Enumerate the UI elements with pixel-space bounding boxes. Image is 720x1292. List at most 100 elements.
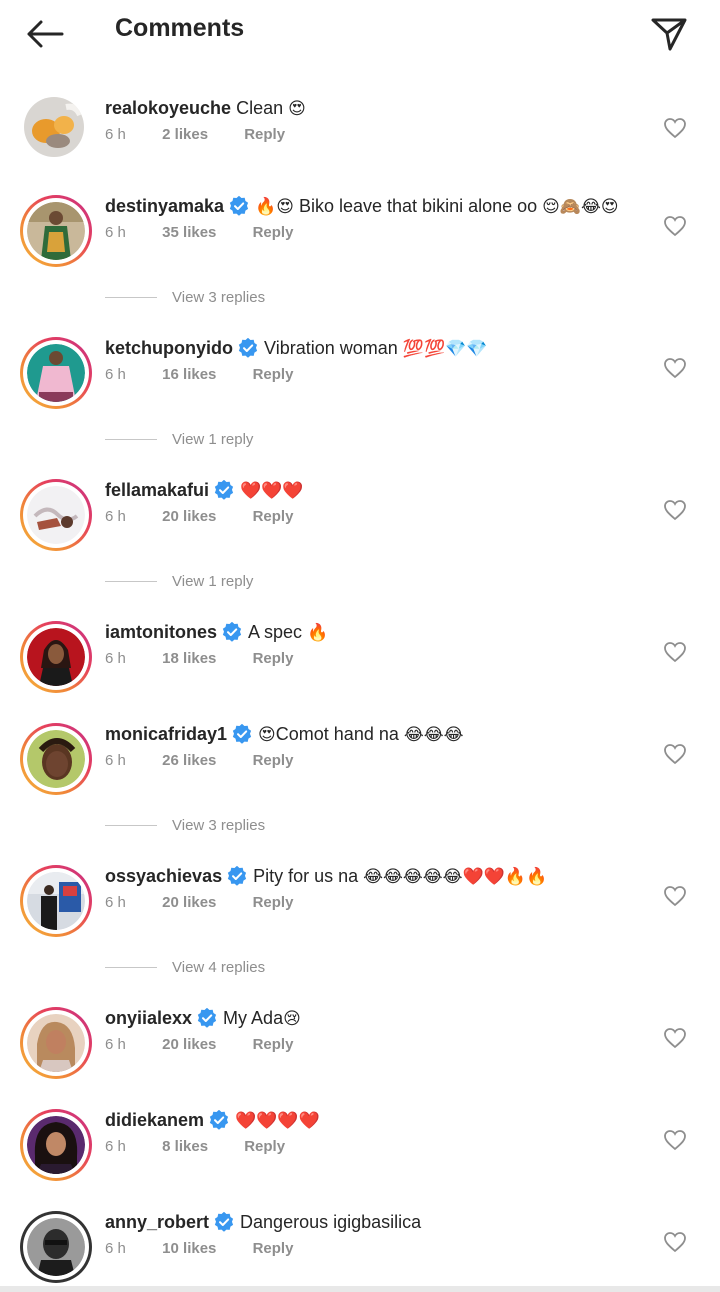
avatar-image bbox=[27, 628, 85, 686]
avatar[interactable] bbox=[20, 621, 92, 693]
timestamp: 6 h bbox=[105, 366, 126, 383]
comment-line: iamtonitones A spec 🔥 bbox=[105, 619, 328, 646]
heart-icon[interactable] bbox=[663, 357, 687, 379]
avatar[interactable] bbox=[20, 865, 92, 937]
avatar[interactable] bbox=[24, 97, 84, 157]
timestamp: 6 h bbox=[105, 1240, 126, 1257]
likes-count[interactable]: 16 likes bbox=[162, 366, 216, 383]
comment-item: monicafriday1 😍Comot hand na 😂😂😂 6 h 26 l… bbox=[0, 723, 720, 813]
comment-emoji-prefix: 🔥😍 bbox=[255, 197, 294, 217]
reply-button[interactable]: Reply bbox=[253, 1240, 294, 1257]
reply-button[interactable]: Reply bbox=[253, 1036, 294, 1053]
heart-icon[interactable] bbox=[663, 1231, 687, 1253]
view-replies-label: View 4 replies bbox=[172, 958, 266, 976]
username[interactable]: realokoyeuche bbox=[105, 98, 231, 118]
divider bbox=[105, 296, 157, 298]
view-replies-button[interactable]: View 3 replies bbox=[105, 815, 405, 835]
username[interactable]: iamtonitones bbox=[105, 622, 217, 642]
comment-text: A spec bbox=[248, 622, 303, 642]
comment-text: Vibration woman bbox=[264, 338, 398, 358]
heart-icon[interactable] bbox=[663, 1129, 687, 1151]
avatar[interactable] bbox=[20, 1007, 92, 1079]
username[interactable]: monicafriday1 bbox=[105, 724, 227, 744]
likes-count[interactable]: 2 likes bbox=[162, 126, 208, 143]
divider bbox=[105, 824, 157, 826]
heart-icon[interactable] bbox=[663, 743, 687, 765]
heart-icon[interactable] bbox=[663, 885, 687, 907]
avatar[interactable] bbox=[20, 479, 92, 551]
comment-line: onyiialexx My Ada😢 bbox=[105, 1005, 301, 1032]
avatar[interactable] bbox=[20, 195, 92, 267]
avatar-image bbox=[27, 344, 85, 402]
heart-icon[interactable] bbox=[663, 641, 687, 663]
timestamp: 6 h bbox=[105, 224, 126, 241]
username[interactable]: didiekanem bbox=[105, 1110, 204, 1130]
comment-text: Dangerous igigbasilica bbox=[240, 1212, 422, 1232]
verified-badge-icon bbox=[232, 724, 252, 744]
comment-text: My Ada bbox=[223, 1008, 284, 1028]
heart-icon[interactable] bbox=[663, 117, 687, 139]
avatar[interactable] bbox=[20, 337, 92, 409]
heart-icon[interactable] bbox=[663, 499, 687, 521]
view-replies-button[interactable]: View 1 reply bbox=[105, 571, 405, 591]
username[interactable]: ketchuponyido bbox=[105, 338, 233, 358]
likes-count[interactable]: 10 likes bbox=[162, 1240, 216, 1257]
comment-meta: 6 h 10 likes Reply bbox=[105, 1240, 293, 1257]
comment-item: ossyachievas Pity for us na 😂😂😂😂😂❤️❤️🔥🔥 6… bbox=[0, 865, 720, 955]
likes-count[interactable]: 8 likes bbox=[162, 1138, 208, 1155]
share-button[interactable] bbox=[646, 12, 692, 56]
reply-button[interactable]: Reply bbox=[253, 224, 294, 241]
avatar[interactable] bbox=[20, 1109, 92, 1181]
comment-line: fellamakafui ❤️❤️❤️ bbox=[105, 477, 304, 504]
likes-count[interactable]: 20 likes bbox=[162, 508, 216, 525]
reply-button[interactable]: Reply bbox=[253, 752, 294, 769]
view-replies-label: View 1 reply bbox=[172, 430, 254, 448]
username[interactable]: ossyachievas bbox=[105, 866, 222, 886]
avatar[interactable] bbox=[20, 1211, 92, 1283]
comment-emoji: 😍 bbox=[288, 99, 306, 119]
comment-emoji: 😢 bbox=[283, 1009, 301, 1029]
timestamp: 6 h bbox=[105, 752, 126, 769]
likes-count[interactable]: 20 likes bbox=[162, 1036, 216, 1053]
reply-button[interactable]: Reply bbox=[253, 508, 294, 525]
comment-line: destinyamaka 🔥😍 Biko leave that bikini al… bbox=[105, 193, 619, 220]
comment-line: realokoyeuche Clean 😍 bbox=[105, 95, 306, 122]
view-replies-button[interactable]: View 4 replies bbox=[105, 957, 405, 977]
likes-count[interactable]: 18 likes bbox=[162, 650, 216, 667]
heart-icon[interactable] bbox=[663, 1027, 687, 1049]
view-replies-button[interactable]: View 3 replies bbox=[105, 287, 405, 307]
avatar[interactable] bbox=[20, 723, 92, 795]
bottom-divider bbox=[0, 1286, 720, 1292]
comment-line: monicafriday1 😍Comot hand na 😂😂😂 bbox=[105, 721, 463, 748]
view-replies-label: View 1 reply bbox=[172, 572, 254, 590]
likes-count[interactable]: 35 likes bbox=[162, 224, 216, 241]
avatar-image bbox=[27, 1218, 85, 1276]
comment-text: Biko leave that bikini alone oo bbox=[298, 196, 538, 216]
timestamp: 6 h bbox=[105, 508, 126, 525]
likes-count[interactable]: 20 likes bbox=[162, 894, 216, 911]
paper-plane-icon bbox=[651, 18, 687, 51]
comment-text: Comot hand na bbox=[275, 724, 399, 744]
heart-icon[interactable] bbox=[663, 215, 687, 237]
username[interactable]: fellamakafui bbox=[105, 480, 209, 500]
likes-count[interactable]: 26 likes bbox=[162, 752, 216, 769]
reply-button[interactable]: Reply bbox=[244, 1138, 285, 1155]
reply-button[interactable]: Reply bbox=[253, 650, 294, 667]
arrow-left-icon bbox=[27, 20, 64, 48]
comment-text: Pity for us na bbox=[253, 866, 359, 886]
divider bbox=[105, 438, 157, 440]
comment-line: didiekanem ❤️❤️❤️❤️ bbox=[105, 1107, 320, 1134]
username[interactable]: anny_robert bbox=[105, 1212, 209, 1232]
comment-meta: 6 h 20 likes Reply bbox=[105, 894, 293, 911]
avatar-image bbox=[27, 1116, 85, 1174]
reply-button[interactable]: Reply bbox=[253, 366, 294, 383]
reply-button[interactable]: Reply bbox=[253, 894, 294, 911]
timestamp: 6 h bbox=[105, 894, 126, 911]
username[interactable]: onyiialexx bbox=[105, 1008, 192, 1028]
reply-button[interactable]: Reply bbox=[244, 126, 285, 143]
divider bbox=[105, 966, 157, 968]
view-replies-button[interactable]: View 1 reply bbox=[105, 429, 405, 449]
back-button[interactable] bbox=[22, 14, 68, 54]
username[interactable]: destinyamaka bbox=[105, 196, 224, 216]
avatar-image bbox=[27, 1014, 85, 1072]
